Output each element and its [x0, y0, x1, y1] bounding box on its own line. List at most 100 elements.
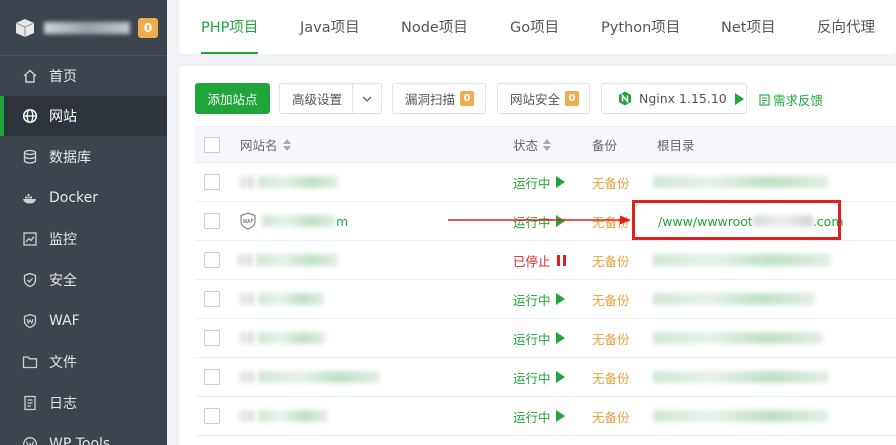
status-toggle[interactable]: 运行中: [513, 358, 565, 396]
status-header-label: 状态: [513, 138, 539, 153]
sidebar-item-label: 文件: [49, 355, 77, 371]
status-toggle[interactable]: 运行中: [513, 397, 565, 435]
root-path-blurred[interactable]: [653, 358, 829, 396]
tab-net[interactable]: Net项目: [721, 0, 775, 54]
column-header-site-name[interactable]: 网站名: [240, 127, 291, 162]
row-checkbox[interactable]: [204, 358, 220, 396]
status-toggle[interactable]: 运行中: [513, 163, 565, 201]
row-checkbox[interactable]: [204, 397, 220, 435]
sidebar: 0 首页 网站 数据库 Docker 监控 安全 WAF 文件 日志 WP To…: [0, 0, 167, 445]
waf-shield-icon: WAF: [240, 212, 256, 230]
site-name-blurred[interactable]: [240, 397, 328, 435]
status-text: 运行中: [513, 175, 551, 191]
root-path-blurred[interactable]: [653, 241, 831, 279]
feedback-icon: [759, 93, 770, 106]
site-name-blurred[interactable]: [238, 241, 338, 279]
site-name-blurred[interactable]: [240, 358, 380, 396]
notification-badge[interactable]: 0: [138, 17, 158, 38]
sidebar-item-waf[interactable]: WAF: [0, 301, 167, 341]
sidebar-item-home[interactable]: 首页: [0, 56, 167, 96]
sidebar-item-label: 日志: [49, 396, 77, 412]
table-row: 运行中 无备份: [195, 358, 896, 397]
play-icon: [555, 371, 565, 383]
status-text: 运行中: [513, 331, 551, 347]
vulnerability-scan-button[interactable]: 漏洞扫描 0: [392, 83, 486, 114]
column-header-root: 根目录: [657, 138, 695, 153]
sidebar-item-database[interactable]: 数据库: [0, 137, 167, 177]
row-checkbox[interactable]: [204, 280, 220, 318]
play-icon: [555, 176, 565, 188]
row-checkbox[interactable]: [204, 319, 220, 357]
sidebar-item-label: 网站: [49, 109, 77, 125]
backup-link[interactable]: 无备份: [592, 358, 630, 396]
monitor-icon: [22, 231, 38, 247]
nginx-status-button[interactable]: Nginx 1.15.10: [601, 83, 747, 114]
status-toggle[interactable]: 运行中: [513, 280, 565, 318]
root-path-blurred[interactable]: [653, 163, 828, 201]
site-name-blurred[interactable]: [240, 319, 326, 357]
sidebar-header: 0: [0, 0, 167, 56]
row-checkbox[interactable]: [204, 241, 220, 279]
row-checkbox[interactable]: [204, 163, 220, 201]
backup-link[interactable]: 无备份: [592, 163, 630, 201]
sidebar-item-docker[interactable]: Docker: [0, 178, 167, 218]
advanced-settings-dropdown[interactable]: 高级设置: [279, 83, 382, 114]
backup-link[interactable]: 无备份: [592, 280, 630, 318]
status-toggle[interactable]: 已停止: [513, 241, 566, 279]
globe-icon: [22, 108, 38, 124]
advanced-settings-label: 高级设置: [292, 92, 343, 107]
sidebar-item-label: 数据库: [49, 150, 91, 166]
scan-count-badge: 0: [460, 91, 475, 106]
backup-link[interactable]: 无备份: [592, 319, 630, 357]
feedback-label: 需求反馈: [773, 93, 824, 108]
site-name-blurred[interactable]: [240, 163, 338, 201]
table-header: 网站名 状态 备份 根目录: [195, 126, 896, 163]
add-site-button[interactable]: 添加站点: [195, 83, 270, 114]
tab-node[interactable]: Node项目: [401, 0, 468, 54]
folder-icon: [22, 354, 38, 370]
log-icon: [22, 395, 38, 411]
tab-php[interactable]: PHP项目: [201, 0, 259, 54]
tab-java[interactable]: Java项目: [300, 0, 360, 54]
site-name[interactable]: WAF m: [240, 202, 348, 240]
home-icon: [22, 68, 38, 84]
select-all-checkbox[interactable]: [204, 127, 220, 162]
table-row: 运行中 无备份: [195, 319, 896, 358]
sidebar-item-security[interactable]: 安全: [0, 260, 167, 300]
sidebar-item-website[interactable]: 网站: [0, 96, 167, 136]
nginx-icon: [619, 91, 631, 106]
sidebar-item-label: 首页: [49, 69, 77, 85]
sidebar-item-files[interactable]: 文件: [0, 342, 167, 382]
sidebar-item-monitor[interactable]: 监控: [0, 219, 167, 259]
site-name-blurred[interactable]: [240, 280, 324, 318]
tab-reverse-proxy[interactable]: 反向代理: [817, 0, 875, 54]
site-security-button[interactable]: 网站安全 0: [497, 83, 590, 114]
sidebar-item-logs[interactable]: 日志: [0, 383, 167, 423]
annotation-arrow-icon: [448, 215, 631, 225]
status-text: 运行中: [513, 292, 551, 308]
sidebar-item-label: WP Tools: [49, 436, 111, 445]
project-type-tabs: PHP项目 Java项目 Node项目 Go项目 Python项目 Net项目 …: [179, 0, 896, 54]
root-path-blurred[interactable]: [653, 397, 828, 435]
table-row: 运行中 无备份: [195, 280, 896, 319]
sort-icon: [543, 138, 552, 151]
site-security-label: 网站安全: [510, 92, 561, 107]
sidebar-item-label: WAF: [49, 313, 80, 329]
docker-icon: [22, 190, 38, 206]
root-path-blurred[interactable]: [653, 319, 823, 357]
backup-link[interactable]: 无备份: [592, 397, 630, 435]
tab-python[interactable]: Python项目: [601, 0, 680, 54]
wp-icon: [22, 436, 38, 445]
feedback-link[interactable]: 需求反馈: [759, 90, 823, 109]
column-header-backup: 备份: [592, 138, 618, 153]
backup-link[interactable]: 无备份: [592, 241, 630, 279]
row-checkbox[interactable]: [204, 202, 220, 240]
root-path-blurred[interactable]: [653, 280, 815, 318]
status-toggle[interactable]: 运行中: [513, 319, 565, 357]
sidebar-item-wp-tools[interactable]: WP Tools: [0, 424, 167, 445]
tab-go[interactable]: Go项目: [510, 0, 559, 54]
column-header-status[interactable]: 状态: [513, 127, 552, 162]
security-count-badge: 0: [565, 91, 580, 106]
table-row: 已停止 无备份: [195, 241, 896, 280]
root-path-highlight-box: [632, 200, 841, 240]
